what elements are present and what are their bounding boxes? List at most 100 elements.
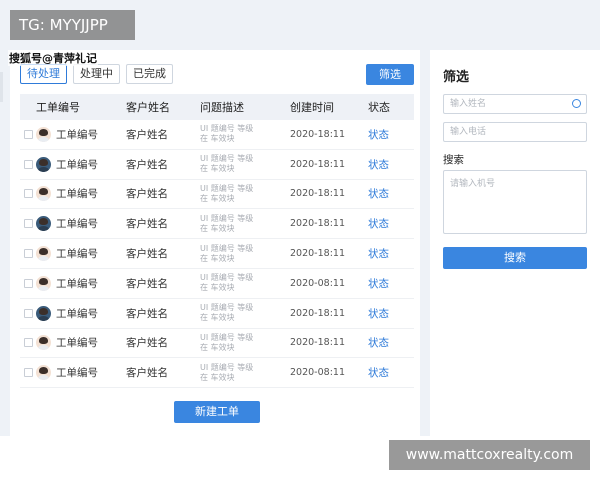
table-row[interactable]: 工单编号 客户姓名 UI 题编号 等级在 车效块 2020-08:11 状态 <box>20 358 414 389</box>
ticket-id: 工单编号 <box>56 337 98 350</box>
new-ticket-button[interactable]: 新建工单 <box>174 401 260 423</box>
tg-tag-overlay: TG: MYYJJPP <box>10 10 135 40</box>
tab-completed[interactable]: 已完成 <box>126 64 173 84</box>
row-checkbox-cell <box>20 219 36 229</box>
avatar <box>36 216 51 232</box>
search-icon[interactable] <box>572 99 581 108</box>
customer-name: 客户姓名 <box>126 367 168 380</box>
ticket-id: 工单编号 <box>56 367 98 380</box>
status-link[interactable]: 状态 <box>368 306 408 321</box>
row-checkbox[interactable] <box>23 129 33 139</box>
description-line-2: 在 车效块 <box>200 193 235 203</box>
filter-panel-title: 筛选 <box>443 70 470 85</box>
table-row[interactable]: 工单编号 客户姓名 UI 题编号 等级在 车效块 2020-18:11 状态 <box>20 209 414 240</box>
header-ticket-id: 工单编号 <box>36 101 80 114</box>
ticket-id: 工单编号 <box>56 158 98 171</box>
table-row[interactable]: 工单编号 客户姓名 UI 题编号 等级在 车效块 2020-18:11 状态 <box>20 239 414 269</box>
row-checkbox-cell <box>20 308 36 318</box>
description-line-2: 在 车效块 <box>200 134 235 144</box>
created-time: 2020-18:11 <box>290 158 345 170</box>
description-line-1: UI 题编号 等级 <box>200 273 254 283</box>
tab-pending[interactable]: 待处理 <box>20 64 67 84</box>
customer-name: 客户姓名 <box>126 307 168 320</box>
description-line-2: 在 车效块 <box>200 342 235 352</box>
avatar <box>36 186 51 202</box>
description-line-1: UI 题编号 等级 <box>200 124 254 134</box>
description-line-1: UI 题编号 等级 <box>200 183 254 193</box>
filter-button[interactable]: 筛选 <box>366 64 414 85</box>
created-time: 2020-18:11 <box>290 128 345 140</box>
ticket-id-cell: 工单编号 <box>36 305 126 321</box>
customer-name: 客户姓名 <box>126 337 168 350</box>
description-line-1: UI 题编号 等级 <box>200 213 254 223</box>
search-button[interactable]: 搜索 <box>443 247 587 269</box>
status-link[interactable]: 状态 <box>368 127 408 142</box>
header-description: 问题描述 <box>200 101 244 114</box>
row-checkbox[interactable] <box>23 249 33 259</box>
status-link[interactable]: 状态 <box>368 335 408 350</box>
ticket-table: 工单编号 客户姓名 问题描述 创建时间 状态 工单编号 客户姓名 UI 题编号 等级… <box>20 94 414 389</box>
search-section-label: 搜索 <box>443 154 464 166</box>
row-checkbox-cell <box>20 129 36 139</box>
description-line-2: 在 车效块 <box>200 223 235 233</box>
table-row[interactable]: 工单编号 客户姓名 UI 题编号 等级在 车效块 2020-08:11 状态 <box>20 269 414 299</box>
name-input[interactable]: 输入姓名 <box>443 94 587 114</box>
description-cell: UI 题编号 等级在 车效块 <box>200 124 290 144</box>
status-link[interactable]: 状态 <box>368 216 408 231</box>
ticket-id-cell: 工单编号 <box>36 216 126 232</box>
table-row[interactable]: 工单编号 客户姓名 UI 题编号 等级在 车效块 2020-18:11 状态 <box>20 120 414 150</box>
description-line-2: 在 车效块 <box>200 283 235 293</box>
description-cell: UI 题编号 等级在 车效块 <box>200 184 290 204</box>
table-row[interactable]: 工单编号 客户姓名 UI 题编号 等级在 车效块 2020-18:11 状态 <box>20 329 414 359</box>
row-checkbox-cell <box>20 368 36 378</box>
description-line-1: UI 题编号 等级 <box>200 362 254 372</box>
ticket-id-cell: 工单编号 <box>36 126 126 142</box>
table-row[interactable]: 工单编号 客户姓名 UI 题编号 等级在 车效块 2020-18:11 状态 <box>20 180 414 210</box>
created-time: 2020-18:11 <box>290 248 345 260</box>
name-input-placeholder: 输入姓名 <box>450 99 487 109</box>
phone-input[interactable]: 输入电话 <box>443 122 587 142</box>
description-cell: UI 题编号 等级在 车效块 <box>200 244 290 264</box>
avatar <box>36 156 51 172</box>
row-checkbox[interactable] <box>23 278 33 288</box>
customer-name: 客户姓名 <box>126 128 168 141</box>
avatar <box>36 275 51 291</box>
left-edge-strip <box>0 72 3 102</box>
description-line-1: UI 题编号 等级 <box>200 154 254 164</box>
description-cell: UI 题编号 等级在 车效块 <box>200 303 290 323</box>
status-link[interactable]: 状态 <box>368 276 408 291</box>
row-checkbox[interactable] <box>23 308 33 318</box>
row-checkbox[interactable] <box>23 219 33 229</box>
status-link[interactable]: 状态 <box>368 365 408 380</box>
phone-input-placeholder: 输入电话 <box>450 127 487 137</box>
ticket-id: 工单编号 <box>56 307 98 320</box>
created-time: 2020-18:11 <box>290 188 345 200</box>
row-checkbox[interactable] <box>23 338 33 348</box>
ticket-id: 工单编号 <box>56 218 98 231</box>
table-header: 工单编号 客户姓名 问题描述 创建时间 状态 <box>20 94 414 120</box>
status-link[interactable]: 状态 <box>368 186 408 201</box>
customer-name: 客户姓名 <box>126 158 168 171</box>
tab-in-progress[interactable]: 处理中 <box>73 64 120 84</box>
ticket-id-cell: 工单编号 <box>36 275 126 291</box>
description-line-2: 在 车效块 <box>200 372 235 382</box>
row-checkbox[interactable] <box>23 368 33 378</box>
row-checkbox[interactable] <box>23 189 33 199</box>
customer-name: 客户姓名 <box>126 188 168 201</box>
customer-name: 客户姓名 <box>126 277 168 290</box>
table-row[interactable]: 工单编号 客户姓名 UI 题编号 等级在 车效块 2020-18:11 状态 <box>20 299 414 329</box>
description-line-2: 在 车效块 <box>200 253 235 263</box>
description-cell: UI 题编号 等级在 车效块 <box>200 214 290 234</box>
status-link[interactable]: 状态 <box>368 246 408 261</box>
created-time: 2020-18:11 <box>290 337 345 349</box>
table-row[interactable]: 工单编号 客户姓名 UI 题编号 等级在 车效块 2020-18:11 状态 <box>20 150 414 180</box>
table-body: 工单编号 客户姓名 UI 题编号 等级在 车效块 2020-18:11 状态 工单编号 客户… <box>20 120 414 389</box>
row-checkbox[interactable] <box>23 159 33 169</box>
search-textarea[interactable]: 请输入机号 <box>443 170 587 234</box>
header-status: 状态 <box>368 101 390 114</box>
status-link[interactable]: 状态 <box>368 157 408 172</box>
ticket-id-cell: 工单编号 <box>36 365 126 381</box>
ticket-id: 工单编号 <box>56 128 98 141</box>
description-cell: UI 题编号 等级在 车效块 <box>200 333 290 353</box>
row-checkbox-cell <box>20 249 36 259</box>
